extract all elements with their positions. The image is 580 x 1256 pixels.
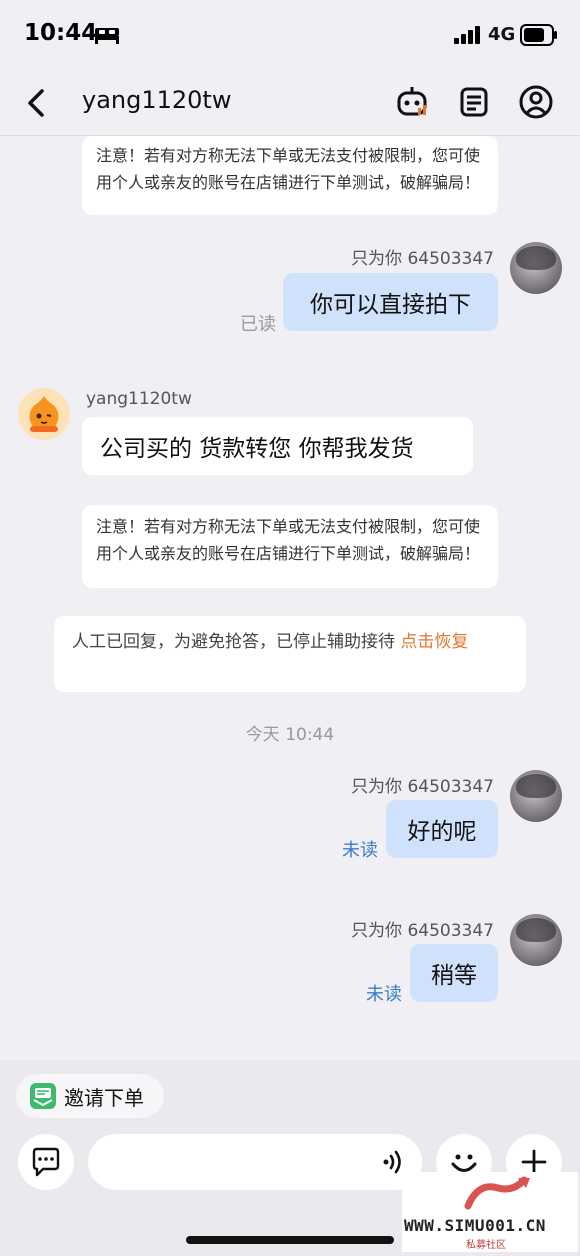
resume-assist-link[interactable]: 点击恢复 xyxy=(400,632,468,652)
watermark-logo-icon xyxy=(464,1176,530,1210)
signal-icon xyxy=(454,26,480,44)
customer-avatar[interactable] xyxy=(18,388,70,440)
message-meta: 只为你 64503347 xyxy=(351,921,494,941)
safety-notice: 注意！若有对方称无法下单或无法支付被限制，您可使用个人或亲友的账号在店铺进行下单… xyxy=(82,505,498,588)
message-bubble-theirs[interactable]: 公司买的 货款转您 你帮我发货 xyxy=(82,417,473,475)
my-avatar[interactable] xyxy=(510,242,562,294)
safety-notice: 注意！若有对方称无法下单或无法支付被限制，您可使用个人或亲友的账号在店铺进行下单… xyxy=(82,136,498,215)
message-text: 稍等 xyxy=(431,963,477,989)
timestamp: 今天 10:44 xyxy=(245,725,335,745)
assist-paused-text: 人工已回复，为避免抢答，已停止辅助接待 xyxy=(72,632,401,652)
message-text: 公司买的 货款转您 你帮我发货 xyxy=(100,436,414,462)
assist-paused-notice: 人工已回复，为避免抢答，已停止辅助接待 点击恢复 xyxy=(54,616,526,692)
read-status: 未读 xyxy=(366,984,402,1005)
message-text: 你可以直接拍下 xyxy=(310,292,471,318)
message-input[interactable] xyxy=(88,1134,422,1190)
notes-icon[interactable] xyxy=(456,84,492,120)
watermark-sub: 私募社区 xyxy=(466,1240,506,1251)
message-bubble-mine[interactable]: 稍等 xyxy=(410,944,498,1002)
home-indicator xyxy=(186,1236,394,1244)
nav-bar: yang1120tw xyxy=(0,70,580,136)
chat-bubble-icon xyxy=(32,1147,60,1177)
orange-mascot-icon xyxy=(18,388,70,440)
robot-assistant-icon[interactable] xyxy=(394,84,430,120)
safety-notice-text: 注意！若有对方称无法下单或无法支付被限制，您可使用个人或亲友的账号在店铺进行下单… xyxy=(96,517,481,563)
back-arrow-icon[interactable] xyxy=(22,86,52,120)
read-status: 已读 xyxy=(240,314,276,335)
invite-order-label: 邀请下单 xyxy=(64,1085,144,1110)
watermark: WWW.SIMU001.CN 私募社区 xyxy=(402,1172,578,1252)
quick-reply-button[interactable] xyxy=(18,1134,74,1190)
message-meta: 只为你 64503347 xyxy=(351,777,494,797)
status-bar: 10:44 4G xyxy=(0,0,580,70)
message-bubble-mine[interactable]: 好的呢 xyxy=(386,800,498,858)
message-meta: 只为你 64503347 xyxy=(351,249,494,269)
safety-notice-text: 注意！若有对方称无法下单或无法支付被限制，您可使用个人或亲友的账号在店铺进行下单… xyxy=(96,146,481,192)
chat-title: yang1120tw xyxy=(82,86,232,114)
invite-order-button[interactable]: 邀请下单 xyxy=(16,1074,164,1118)
status-time: 10:44 xyxy=(24,20,98,46)
profile-icon[interactable] xyxy=(518,84,554,120)
invite-order-icon xyxy=(30,1083,56,1109)
message-text: 好的呢 xyxy=(407,819,477,845)
battery-icon xyxy=(520,24,557,46)
my-avatar[interactable] xyxy=(510,770,562,822)
read-status: 未读 xyxy=(342,840,378,861)
watermark-text: WWW.SIMU001.CN xyxy=(404,1216,546,1235)
message-bubble-mine[interactable]: 你可以直接拍下 xyxy=(283,273,498,331)
chat-area[interactable]: 注意！若有对方称无法下单或无法支付被限制，您可使用个人或亲友的账号在店铺进行下单… xyxy=(0,136,580,1060)
sender-name: yang1120tw xyxy=(86,389,192,409)
bed-icon xyxy=(95,28,119,44)
network-label: 4G xyxy=(488,24,516,45)
my-avatar[interactable] xyxy=(510,914,562,966)
